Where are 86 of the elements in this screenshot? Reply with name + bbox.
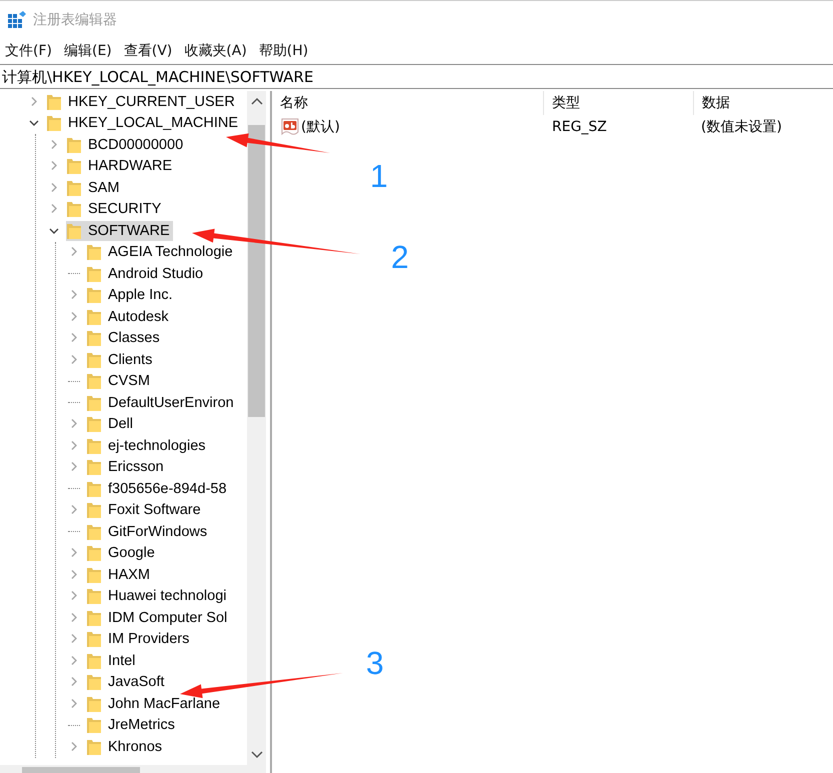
tree-item[interactable]: Huawei technologi [86,586,230,606]
tree-item[interactable]: John MacFarlane [86,694,224,714]
tree-item[interactable]: SECURITY [66,199,164,220]
annotation-number: 2 [391,239,409,275]
tree-item[interactable]: CVSM [86,371,153,392]
scrollbar-thumb[interactable] [22,767,140,773]
tree-item[interactable]: Dell [86,414,136,434]
folder-icon [86,716,102,734]
folder-icon [86,501,102,520]
folder-icon [66,157,82,176]
folder-icon [86,372,102,390]
folder-icon [86,630,102,648]
tree-item[interactable]: HAXM [86,564,153,585]
tree-item[interactable]: GitForWindows [86,522,210,542]
column-header[interactable]: 名称 [272,91,543,115]
folder-icon [86,608,102,627]
address-field[interactable]: 计算机\HKEY_LOCAL_MACHINE\SOFTWARE [0,64,833,89]
horizontal-scrollbar[interactable] [0,765,266,773]
tree-item[interactable]: Foxit Software [86,500,204,520]
value-type: REG_SZ [551,119,608,135]
column-header[interactable]: 数据 [693,91,730,115]
value-data: (数值未设置) [700,118,782,136]
folder-icon [86,566,102,584]
folder-icon [86,587,102,606]
folder-icon [86,415,102,434]
folder-icon [86,694,102,713]
folder-icon [86,286,102,304]
menu-item[interactable]: 帮助(H) [258,42,308,60]
annotation-number: 3 [366,645,384,681]
window-title: 注册表编辑器 [33,10,117,28]
menu-item[interactable]: 编辑(E) [64,42,112,60]
folder-icon [86,394,102,412]
scroll-down-icon[interactable] [250,750,262,760]
string-value-icon [280,117,300,137]
scrollbar-thumb[interactable] [248,125,265,417]
folder-icon [86,480,102,498]
folder-icon [66,200,82,218]
value-name[interactable]: (默认) [301,118,340,136]
app-icon [8,10,26,28]
tree-item[interactable]: HKEY_LOCAL_MACHINE [46,113,242,134]
folder-icon [46,114,62,132]
tree-item[interactable]: Apple Inc. [86,285,176,306]
tree-item[interactable]: Clients [86,350,156,370]
annotation-number: 1 [370,158,388,194]
folder-icon [86,243,102,262]
folder-icon [86,738,102,756]
folder-icon [86,522,102,541]
folder-icon [86,329,102,348]
folder-icon [46,92,62,111]
vertical-scrollbar[interactable] [247,91,266,765]
folder-icon [86,308,102,326]
column-header[interactable]: 类型 [543,91,693,115]
tree-item[interactable]: JavaSoft [86,672,168,692]
tree-item[interactable]: Khronos [86,736,166,757]
tree-item[interactable]: ej-technologies [86,436,209,456]
folder-icon [86,350,102,369]
folder-icon [66,178,82,197]
tree-item[interactable]: IDM Computer Sol [86,608,230,628]
menu-item[interactable]: 查看(V) [124,42,172,60]
tree-item[interactable]: SAM [66,178,122,198]
folder-icon [86,458,102,476]
tree-item[interactable]: Android Studio [86,264,206,284]
folder-icon [66,136,82,154]
scroll-up-icon[interactable] [250,96,262,106]
tree-item[interactable]: SOFTWARE [66,220,173,241]
tree-item[interactable]: HARDWARE [66,156,176,176]
folder-icon [86,652,102,670]
tree-item[interactable]: Ericsson [86,457,167,478]
tree-item[interactable]: Classes [86,328,163,348]
tree-item[interactable]: Autodesk [86,306,172,327]
folder-icon [86,264,102,283]
tree-item[interactable]: Intel [86,650,138,671]
tree-item[interactable]: f305656e-894d-58 [86,478,230,499]
tree-item[interactable]: DefaultUserEnviron [86,392,237,413]
menu-item[interactable]: 文件(F) [5,42,52,60]
folder-icon [66,222,82,240]
tree-item[interactable]: HKEY_CURRENT_USER [46,92,238,112]
tree-item[interactable]: JreMetrics [86,715,178,736]
tree-item[interactable]: Google [86,543,158,564]
folder-icon [86,544,102,562]
tree-item[interactable]: BCD00000000 [66,134,186,155]
folder-icon [86,673,102,692]
tree-item[interactable]: AGEIA Technologie [86,242,236,262]
tree-item[interactable]: IM Providers [86,629,192,650]
menu-item[interactable]: 收藏夹(A) [184,42,247,60]
folder-icon [86,436,102,455]
